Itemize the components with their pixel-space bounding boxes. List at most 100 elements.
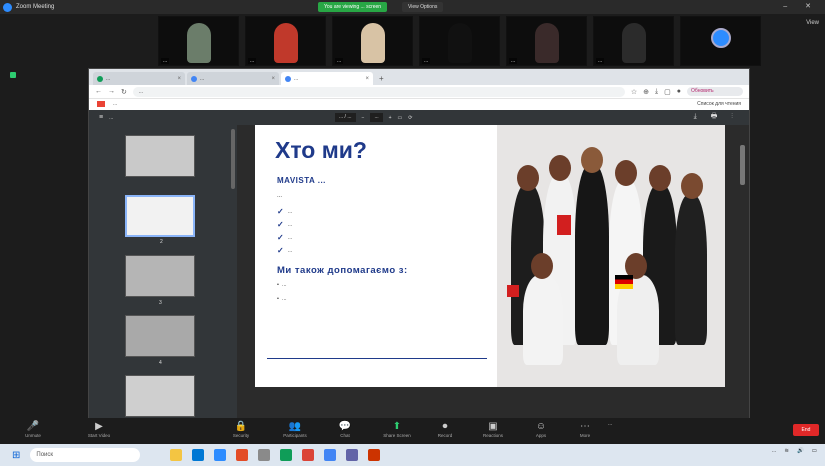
page-indicator[interactable]: ... / ... [335,113,356,122]
notification-icon[interactable]: ▭ [812,448,817,454]
zoom-in-icon[interactable]: + [389,115,392,121]
participant-tile[interactable]: ... [158,16,239,66]
menu-icon[interactable]: ≡ [99,114,103,121]
rotate-icon[interactable]: ⟳ [408,115,412,121]
apps-icon: ☺ [535,421,547,432]
list-item: •... [277,282,287,288]
gmail-icon[interactable] [97,101,105,107]
zoom-window: Zoom Meeting You are viewing ... screen … [0,0,825,466]
thumbnail[interactable]: 4 [125,315,195,366]
slide: Хто ми? MAVISTA ... ... ✓... ✓... ✓... ✓… [255,125,725,387]
viewer-actions[interactable]: ⤓ 🖶 ⋮ [694,112,739,123]
bookmark-star-icon[interactable]: ☆ [631,88,637,96]
participant-tile[interactable] [680,16,761,66]
participant-video [187,23,211,63]
taskbar-app-icon[interactable] [280,449,293,461]
reading-list-button[interactable]: Список для чтения [697,101,741,107]
taskbar-app-icon[interactable] [214,449,227,461]
tray-status: ... [771,448,777,454]
record-icon: ⏺ [442,421,448,432]
record-button[interactable]: ⏺ Record [420,420,470,438]
volume-icon[interactable]: 🔊 [797,448,804,454]
browser-tab[interactable]: ... × [93,72,185,85]
mute-button[interactable]: 🎤 Unmute [8,420,58,438]
shared-screen: ... × ... × ... × + ← → ↻ ... ☆ ⊕ ⤓ ▢ ● Обн… [88,68,750,418]
reactions-button[interactable]: ▣ Reactions [468,420,518,438]
fit-page-icon[interactable]: ▭ [398,115,403,121]
back-icon[interactable]: ← [95,88,102,95]
new-tab-icon[interactable]: + [379,74,384,83]
slide-tagline: MAVISTA ... [277,176,326,185]
taskbar-search[interactable]: Поиск [30,448,141,462]
browser-tab[interactable]: ... × [187,72,279,85]
participants-button[interactable]: 👥 Participants [270,420,320,438]
list-item: ✓... [277,220,293,229]
participant-name: ... [335,58,344,64]
taskbar-app-icon[interactable] [368,449,381,461]
share-screen-button[interactable]: ⬆ Share Screen [372,420,422,438]
tab-favicon-icon [191,75,197,82]
taskbar-app-icon[interactable] [170,449,183,461]
wifi-icon[interactable]: ≋ [784,448,789,454]
thumbnail[interactable] [125,375,195,417]
chat-button[interactable]: 💬 Chat [320,420,370,438]
taskbar-app-icon[interactable] [302,449,315,461]
zoom-titlebar: Zoom Meeting You are viewing ... screen … [0,0,825,14]
thumbnail-panel: 2 3 4 [89,125,237,418]
thumbnail[interactable]: 3 [125,255,195,306]
participant-tile[interactable]: ... [593,16,674,66]
profile-icon[interactable]: ● [677,88,681,95]
extensions-icon[interactable]: ⊕ [643,88,649,96]
close-icon[interactable]: × [177,76,181,82]
zoom-out-icon[interactable]: − [362,115,365,121]
more-button[interactable]: ⋯ More [560,420,610,438]
video-button[interactable]: ▶ Start Video [74,420,124,438]
browser-tab-active[interactable]: ... × [281,72,373,85]
gallery-view-button[interactable]: View [806,20,819,26]
tab-favicon-icon [285,75,291,82]
address-bar: ← → ↻ ... ☆ ⊕ ⤓ ▢ ● Обновить [89,85,749,99]
thumbnail-scrollbar[interactable] [231,129,235,189]
page-area: Хто ми? MAVISTA ... ... ✓... ✓... ✓... ✓… [237,125,749,418]
tab-favicon-icon [97,75,103,82]
view-options-button[interactable]: View Options [402,2,444,12]
bookmark-item[interactable]: ... [113,101,117,107]
participant-video [274,23,298,63]
page-scrollbar[interactable] [740,145,745,185]
windows-start-icon[interactable]: ⊞ [12,450,20,461]
sidebar-icon[interactable]: ▢ [664,88,671,96]
participant-tile[interactable]: ... [245,16,326,66]
participant-name: ... [422,58,431,64]
participant-name: ... [509,58,518,64]
participant-tile[interactable]: ... [419,16,500,66]
taskbar-app-icon[interactable] [324,449,337,461]
close-icon[interactable]: × [271,76,275,82]
thumbnail[interactable] [125,135,195,177]
apps-button[interactable]: ☺ Apps [516,420,566,438]
thumbnail-active[interactable]: 2 [125,195,195,245]
close-icon[interactable]: × [365,76,369,82]
update-button[interactable]: Обновить [687,87,743,96]
page-controls: ... / ... − ... + ▭ ⟳ [335,113,412,122]
end-meeting-button[interactable]: End [793,424,819,436]
participant-video [448,23,472,63]
download-icon[interactable]: ⤓ [655,88,658,96]
participant-name: ... [596,58,605,64]
taskbar-app-icon[interactable] [258,449,271,461]
divider [267,358,487,359]
url-field[interactable]: ... [132,86,625,97]
screen-share-banner[interactable]: You are viewing ... screen [318,2,388,12]
windows-taskbar: ⊞ Поиск ... ≋ 🔊 ▭ [0,444,825,466]
taskbar-apps [170,449,381,461]
security-button[interactable]: 🔒 Security [216,420,266,438]
taskbar-app-icon[interactable] [236,449,249,461]
taskbar-app-icon[interactable] [346,449,359,461]
security-shield-icon[interactable] [10,72,16,78]
reload-icon[interactable]: ↻ [121,88,127,96]
taskbar-app-icon[interactable] [192,449,205,461]
window-controls[interactable]: – ✕ [783,2,819,10]
participant-tile[interactable]: ... [332,16,413,66]
forward-icon[interactable]: → [108,88,115,95]
zoom-level[interactable]: ... [370,113,383,122]
participant-tile[interactable]: ... [506,16,587,66]
